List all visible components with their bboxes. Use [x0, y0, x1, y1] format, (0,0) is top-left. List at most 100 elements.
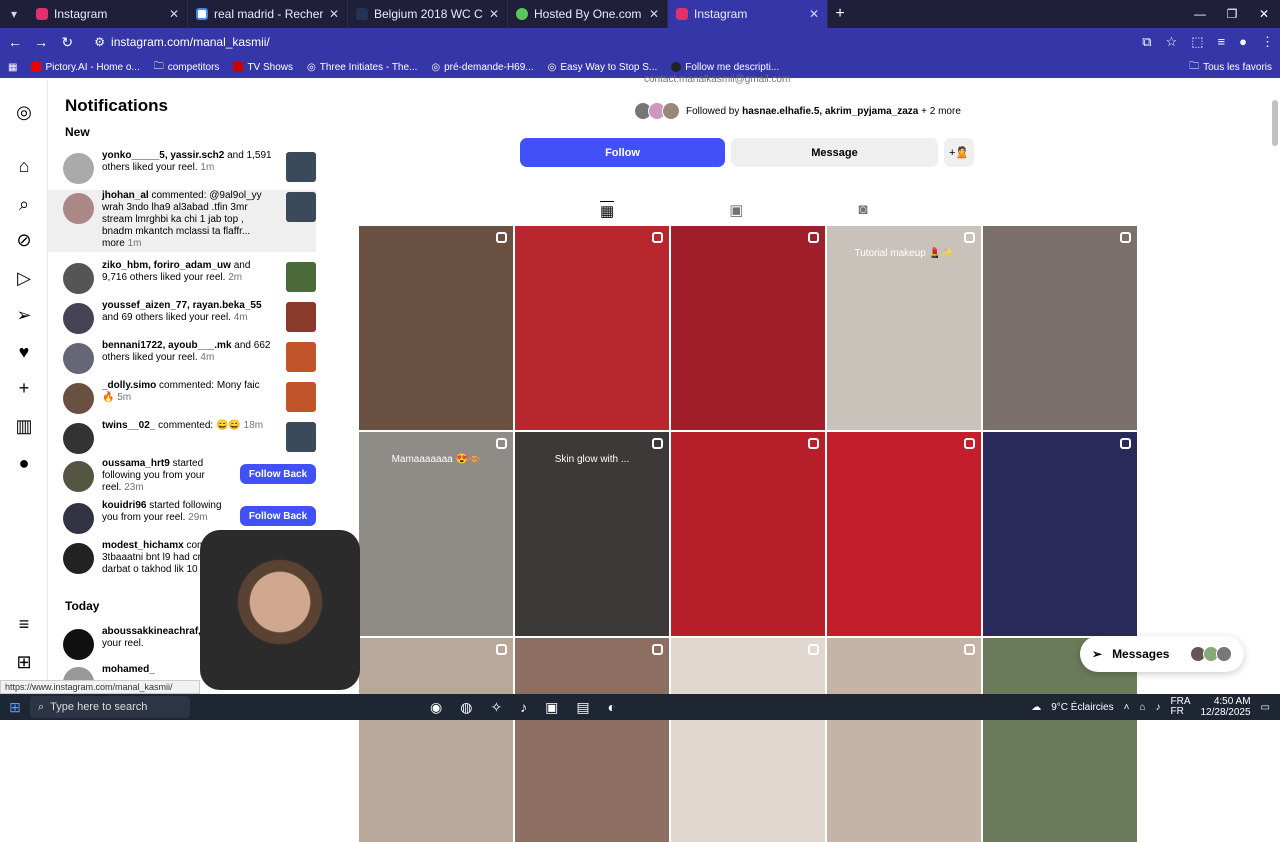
notification-user[interactable]: ziko_hbm, foriro_adam_uw	[102, 260, 231, 271]
weather-icon[interactable]: ☁	[1031, 702, 1041, 713]
notification-row[interactable]: yonko_____5, yassir.sch2 and 1,591 other…	[48, 150, 316, 184]
reel-thumbnail[interactable]	[286, 342, 316, 372]
reel-post[interactable]: Skin glow with ...	[515, 432, 669, 636]
network-icon[interactable]: ⌂	[1139, 702, 1145, 713]
close-icon[interactable]: ✕	[809, 7, 819, 21]
clock[interactable]: 4:50 AM 12/28/2025	[1200, 696, 1250, 718]
page-scrollbar[interactable]	[1272, 100, 1278, 146]
app-icon[interactable]: ▤	[576, 699, 589, 716]
app-icon[interactable]: ◍	[460, 699, 472, 716]
notification-row[interactable]: jhohan_al commented: @9al9ol_yy wrah 3nd…	[48, 190, 316, 252]
reel-post[interactable]	[515, 226, 669, 430]
close-icon[interactable]: ✕	[169, 7, 179, 21]
windows-start-icon[interactable]: ⊞	[0, 699, 30, 716]
reel-thumbnail[interactable]	[286, 262, 316, 292]
avatar[interactable]	[63, 503, 94, 534]
tray-chevron-icon[interactable]: ˄	[1124, 702, 1130, 713]
app-icon[interactable]: ◐	[608, 699, 616, 716]
reel-post[interactable]	[671, 638, 825, 842]
avatar[interactable]	[63, 543, 94, 574]
tagged-tab-icon[interactable]: ◙	[858, 201, 867, 220]
browser-tab-3[interactable]: Belgium 2018 WC Critique ✕	[348, 0, 508, 28]
browser-tab-2[interactable]: real madrid - Recherche Google ✕	[188, 0, 348, 28]
bookmark-easy-way[interactable]: ◎ Easy Way to Stop S...	[548, 62, 658, 73]
forward-icon[interactable]: →	[32, 34, 50, 50]
follow-back-button[interactable]: Follow Back	[240, 506, 316, 526]
notification-user[interactable]: twins__02_	[102, 420, 155, 431]
close-icon[interactable]: ✕	[649, 7, 659, 21]
follow-back-button[interactable]: Follow Back	[240, 464, 316, 484]
profile-avatar-icon[interactable]: ●	[14, 453, 34, 473]
browser-tab-1[interactable]: Instagram ✕	[28, 0, 188, 28]
reel-thumbnail[interactable]	[286, 382, 316, 412]
minimize-icon[interactable]: —	[1184, 7, 1216, 21]
bookmark-competitors[interactable]: 🗀 competitors	[154, 59, 220, 76]
notification-row[interactable]: youssef_aizen_77, rayan.beka_55 and 69 o…	[48, 300, 316, 334]
followed-by[interactable]: Followed by hasnae.elhafie.5, akrim_pyja…	[634, 102, 961, 120]
notification-user[interactable]: youssef_aizen_77, rayan.beka_55	[102, 300, 262, 311]
create-icon[interactable]: +	[14, 378, 34, 398]
app-icon[interactable]: ▣	[545, 699, 558, 716]
notifications-heart-icon[interactable]: ♥	[14, 342, 34, 362]
explore-icon[interactable]: ⊘	[14, 230, 34, 250]
reel-thumbnail[interactable]	[286, 152, 316, 182]
reel-post[interactable]	[827, 432, 981, 636]
messages-drawer-button[interactable]: ➢ Messages	[1080, 636, 1244, 672]
also-from-meta-icon[interactable]: ⊞	[14, 652, 34, 672]
reel-post[interactable]	[671, 226, 825, 430]
notification-user[interactable]: mohamed_	[102, 664, 155, 675]
url-field[interactable]: ⚙ instagram.com/manal_kasmii/	[84, 31, 1134, 53]
install-app-icon[interactable]: ⧉	[1142, 34, 1151, 50]
avatar[interactable]	[63, 193, 94, 224]
reload-icon[interactable]: ↻	[58, 34, 76, 51]
volume-icon[interactable]: ♪	[1155, 702, 1160, 713]
reels-icon[interactable]: ▷	[14, 268, 34, 288]
notification-row[interactable]: kouidri96 started following you from you…	[48, 500, 316, 534]
reel-post[interactable]	[359, 638, 513, 842]
bookmark-star-icon[interactable]: ☆	[1166, 34, 1178, 50]
menu-icon[interactable]: ⋮	[1261, 34, 1274, 50]
avatar[interactable]	[63, 629, 94, 660]
reel-post[interactable]	[983, 432, 1137, 636]
app-icon[interactable]: ✧	[490, 699, 502, 716]
notification-center-icon[interactable]: ▭	[1261, 702, 1270, 713]
profile-email[interactable]: contact.manalkasmii@gmail.com	[644, 74, 790, 85]
reel-post[interactable]: Mamaaaaaaa 😍🙈	[359, 432, 513, 636]
bookmark-follow-me[interactable]: Follow me descripti...	[671, 62, 779, 73]
back-icon[interactable]: ←	[6, 34, 24, 50]
notification-user[interactable]: jhohan_al	[102, 190, 149, 201]
maximize-icon[interactable]: ❐	[1216, 7, 1248, 21]
new-tab-button[interactable]: +	[828, 5, 852, 23]
avatar[interactable]	[63, 153, 94, 184]
bookmark-pre-demande[interactable]: ◎ pré-demande-H69...	[431, 62, 533, 73]
close-window-icon[interactable]: ✕	[1248, 7, 1280, 21]
notification-user[interactable]: bennani1722, ayoub___.mk	[102, 340, 232, 351]
posts-grid-tab-icon[interactable]: ▦	[600, 201, 615, 220]
notification-row[interactable]: twins__02_ commented: 😄😄 18m	[48, 420, 316, 454]
chrome-icon[interactable]: ◉	[430, 699, 442, 716]
reel-thumbnail[interactable]	[286, 192, 316, 222]
suggest-user-icon[interactable]: +🙎	[944, 138, 974, 167]
reel-post[interactable]	[515, 638, 669, 842]
media-icon[interactable]: ≡	[1218, 34, 1226, 50]
notification-user[interactable]: aboussakkineachraf, ya	[102, 626, 215, 637]
notification-user[interactable]: oussama_hrt9	[102, 458, 170, 469]
notification-user[interactable]: modest_hichamx	[102, 540, 184, 551]
close-icon[interactable]: ✕	[329, 7, 339, 21]
bookmark-tv-shows[interactable]: TV Shows	[233, 62, 293, 73]
close-icon[interactable]: ✕	[489, 7, 499, 21]
messages-icon[interactable]: ➢	[14, 305, 34, 325]
tiktok-icon[interactable]: ♪	[520, 699, 527, 716]
home-icon[interactable]: ⌂	[14, 156, 34, 176]
notification-row[interactable]: oussama_hrt9 started following you from …	[48, 458, 316, 494]
browser-tab-5-active[interactable]: Instagram ✕	[668, 0, 828, 28]
notification-user[interactable]: kouidri96	[102, 500, 146, 511]
instagram-logo-icon[interactable]: ◎	[14, 102, 34, 122]
weather-text[interactable]: 9°C Éclaircies	[1051, 702, 1113, 713]
notification-row[interactable]: _dolly.simo commented: Mony faic🔥 5m	[48, 380, 316, 414]
extensions-icon[interactable]: ⬚	[1191, 34, 1203, 50]
avatar[interactable]	[63, 303, 94, 334]
notification-row[interactable]: bennani1722, ayoub___.mk and 662 others …	[48, 340, 316, 374]
avatar[interactable]	[63, 383, 94, 414]
reel-post[interactable]	[827, 638, 981, 842]
